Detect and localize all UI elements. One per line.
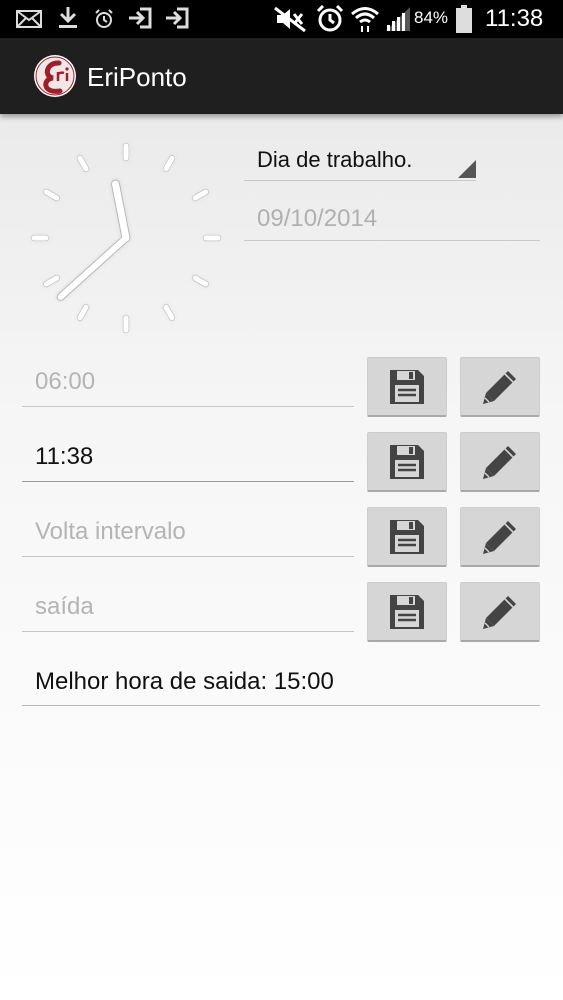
mute-icon [274,6,306,32]
pencil-icon [483,370,516,404]
save-button[interactable] [367,582,447,642]
status-bar: 84% 11:38 [0,0,563,38]
app-logo [34,55,76,97]
action-bar: EriPonto [0,38,563,114]
clock-minute-hand [57,235,129,300]
edit-button[interactable] [460,507,540,567]
save-icon [390,519,424,554]
clock-tick [43,275,60,287]
battery-icon [456,5,472,33]
status-clock: 11:38 [485,5,544,32]
edit-button[interactable] [460,357,540,417]
app-title: EriPonto [87,62,187,92]
clock-tick [163,304,175,321]
signal-icon [386,7,410,31]
entry-time-value: 11:38 [35,443,94,470]
clock-tick [77,155,89,172]
clock-tick [43,189,60,201]
best-exit-field: Melhor hora de saida: 15:00 [22,656,540,706]
alarm-clock-icon [316,5,344,32]
wifi-icon [351,7,379,32]
analog-clock [30,142,222,334]
entry-row-2: 11:38 [0,432,563,498]
alarm-icon [95,9,113,28]
best-exit-text: Melhor hora de saida: 15:00 [35,668,334,695]
save-icon [390,594,424,629]
entry-time-input[interactable]: saída [22,584,354,632]
entry-time-placeholder: saída [35,593,94,620]
clock-tick [77,304,89,321]
entry-row-3: Volta intervalo [0,507,563,573]
entry-time-input[interactable]: 06:00 [22,359,354,407]
mail-icon [16,10,42,28]
save-button[interactable] [367,507,447,567]
save-button[interactable] [367,432,447,492]
clock-tick [192,275,209,287]
edit-button[interactable] [460,432,540,492]
entry-time-input[interactable]: Volta intervalo [22,509,354,557]
date-value: 09/10/2014 [257,205,378,232]
entry-row-4: saída [0,582,563,648]
battery-percent: 84% [414,8,449,27]
save-button[interactable] [367,357,447,417]
entry-time-placeholder: 06:00 [35,368,96,395]
signin-icon [129,7,152,29]
date-field[interactable]: 09/10/2014 [244,200,540,241]
day-type-dropdown[interactable]: Dia de trabalho. [244,140,476,181]
dropdown-arrow-icon [458,160,476,178]
entry-time-input[interactable]: 11:38 [22,434,354,482]
clock-tick [163,155,175,172]
clock-tick [192,189,209,201]
edit-button[interactable] [460,582,540,642]
pencil-icon [483,445,516,479]
save-icon [390,444,424,479]
pencil-icon [483,520,516,554]
pencil-icon [483,595,516,629]
signin-icon [166,7,189,29]
entry-row-1: 06:00 [0,357,563,423]
day-type-value: Dia de trabalho. [257,147,413,172]
entry-time-placeholder: Volta intervalo [35,518,186,545]
save-icon [390,369,424,404]
download-icon [59,7,77,28]
